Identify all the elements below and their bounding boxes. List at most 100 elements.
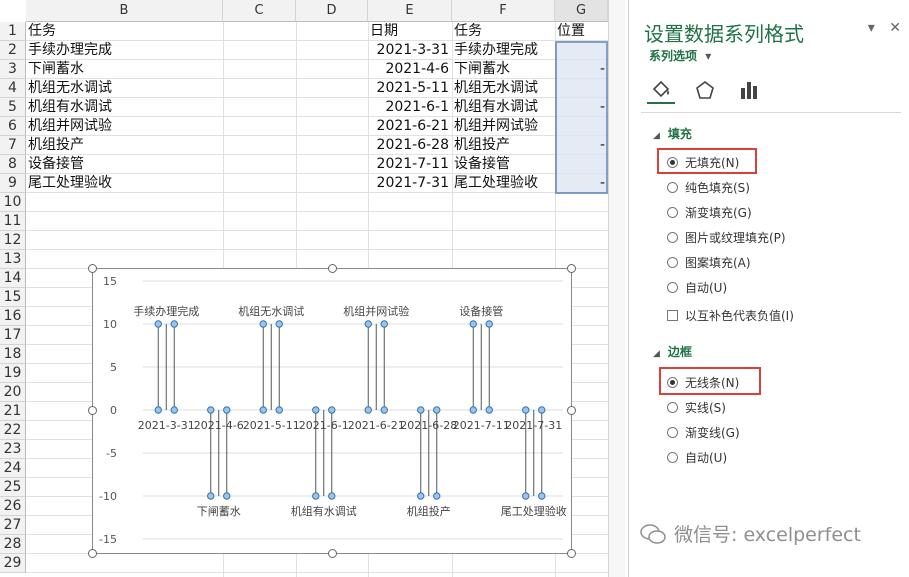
row-header[interactable]: 14 [0,269,26,288]
cell-date[interactable]: 2021-6-21 [368,117,452,136]
resize-handle-tr[interactable] [567,264,576,273]
column-header-b[interactable]: B [26,0,223,22]
row-header[interactable]: 15 [0,288,26,307]
row-header[interactable]: 11 [0,212,26,231]
cell-task[interactable]: 设备接管 [26,155,223,174]
radio-button[interactable] [667,426,678,438]
fill-option[interactable]: 图案填充(A) [667,253,751,271]
border-option[interactable]: 实线(S) [667,398,726,416]
cell-task2[interactable]: 机组有水调试 [452,98,555,117]
fill-section-header[interactable]: ◢ 填充 [653,125,692,142]
column-header-f[interactable]: F [452,0,555,22]
cell-date[interactable]: 2021-3-31 [368,41,452,60]
cell-e1[interactable]: 日期 [368,22,452,41]
row-header[interactable]: 20 [0,383,26,402]
cell-pos[interactable] [555,41,608,60]
radio-button[interactable] [667,231,678,243]
cell-date[interactable]: 2021-6-1 [368,98,452,117]
series-options-tab-icon[interactable] [735,76,763,104]
border-section-header[interactable]: ◢ 边框 [653,343,692,360]
column-header-d[interactable]: D [296,0,368,22]
row-header[interactable]: 19 [0,364,26,383]
cell-task[interactable]: 机组投产 [26,136,223,155]
cell-pos[interactable] [555,155,608,174]
row-header[interactable]: 6 [0,117,26,136]
row-header[interactable]: 3 [0,60,26,79]
row-header[interactable]: 18 [0,345,26,364]
pane-options-chevron-icon[interactable]: ▾ [868,20,875,36]
cell-task2[interactable]: 手续办理完成 [452,41,555,60]
cell-task[interactable]: 机组有水调试 [26,98,223,117]
row-header[interactable]: 5 [0,98,26,117]
cell-date[interactable]: 2021-5-11 [368,79,452,98]
row-header[interactable]: 25 [0,478,26,497]
row-header[interactable]: 1 [0,22,26,41]
fill-line-tab-icon[interactable] [647,76,675,104]
cell-pos[interactable]: - [555,174,608,193]
cell-g1[interactable]: 位置 [555,22,608,41]
row-header[interactable]: 22 [0,421,26,440]
radio-button[interactable] [667,451,678,463]
close-icon[interactable]: ✕ [889,20,901,36]
timeline-chart[interactable]: 15 10 5 0 -5 -10 -15 2021-3-31 手续办理完成 2021-4-6 下闸蓄… [93,269,573,555]
cell-task2[interactable]: 机组无水调试 [452,79,555,98]
fill-option[interactable]: 自动(U) [667,278,727,296]
radio-button[interactable] [667,281,678,293]
cell-pos[interactable] [555,79,608,98]
cell-pos[interactable]: - [555,136,608,155]
cell-task2[interactable]: 机组并网试验 [452,117,555,136]
cell-task2[interactable]: 下闸蓄水 [452,60,555,79]
effects-tab-icon[interactable] [691,76,719,104]
spreadsheet-grid[interactable]: B C D E F G 1 2 3 4 5 6 7 8 9 10 11 12 13 14 15 16 17 18 1… [0,0,626,577]
resize-handle-ml[interactable] [88,406,97,415]
row-header[interactable]: 24 [0,459,26,478]
resize-handle-bl[interactable] [88,549,97,558]
row-header[interactable]: 21 [0,402,26,421]
row-header[interactable]: 8 [0,155,26,174]
resize-handle-br[interactable] [567,549,576,558]
column-header-g[interactable]: G [555,0,608,22]
invert-if-negative-checkbox[interactable]: 以互补色代表负值(I) [667,306,794,324]
border-option[interactable]: 自动(U) [667,448,727,466]
cell-task[interactable]: 下闸蓄水 [26,60,223,79]
cell-task2[interactable]: 尾工处理验收 [452,174,555,193]
row-header[interactable]: 12 [0,231,26,250]
radio-button[interactable] [667,181,678,193]
cell-b1[interactable]: 任务 [26,22,223,41]
cell-task[interactable]: 机组无水调试 [26,79,223,98]
resize-handle-tm[interactable] [328,264,337,273]
fill-option[interactable]: 图片或纹理填充(P) [667,228,786,246]
cell-task[interactable]: 手续办理完成 [26,41,223,60]
border-option[interactable]: 渐变线(G) [667,423,740,441]
row-header[interactable]: 23 [0,440,26,459]
resize-handle-bm[interactable] [328,549,337,558]
radio-button[interactable] [667,206,678,218]
column-header-e[interactable]: E [368,0,452,22]
row-header[interactable]: 28 [0,535,26,554]
row-header[interactable]: 4 [0,79,26,98]
radio-button[interactable] [667,401,678,413]
column-header-c[interactable]: C [223,0,296,22]
resize-handle-mr[interactable] [567,406,576,415]
cell-date[interactable]: 2021-6-28 [368,136,452,155]
row-header[interactable]: 27 [0,516,26,535]
row-header[interactable]: 26 [0,497,26,516]
cell-f1[interactable]: 任务 [452,22,555,41]
row-header[interactable]: 16 [0,307,26,326]
cell-pos[interactable] [555,117,608,136]
series-options-dropdown[interactable]: 系列选项 ▾ [649,47,711,64]
row-header[interactable]: 17 [0,326,26,345]
fill-option[interactable]: 渐变填充(G) [667,203,752,221]
cell-date[interactable]: 2021-7-11 [368,155,452,174]
cell-pos[interactable]: - [555,60,608,79]
vertical-scrollbar[interactable] [608,0,626,577]
cell-task[interactable]: 机组并网试验 [26,117,223,136]
cell-task[interactable]: 尾工处理验收 [26,174,223,193]
chart-area[interactable]: 15 10 5 0 -5 -10 -15 2021-3-31 手续办理完成 2021-4-6 下闸蓄… [88,264,576,558]
cell-date[interactable]: 2021-4-6 [368,60,452,79]
row-header[interactable]: 2 [0,41,26,60]
row-header[interactable]: 7 [0,136,26,155]
row-header[interactable]: 29 [0,554,26,573]
checkbox-box[interactable] [667,309,678,321]
resize-handle-tl[interactable] [88,264,97,273]
